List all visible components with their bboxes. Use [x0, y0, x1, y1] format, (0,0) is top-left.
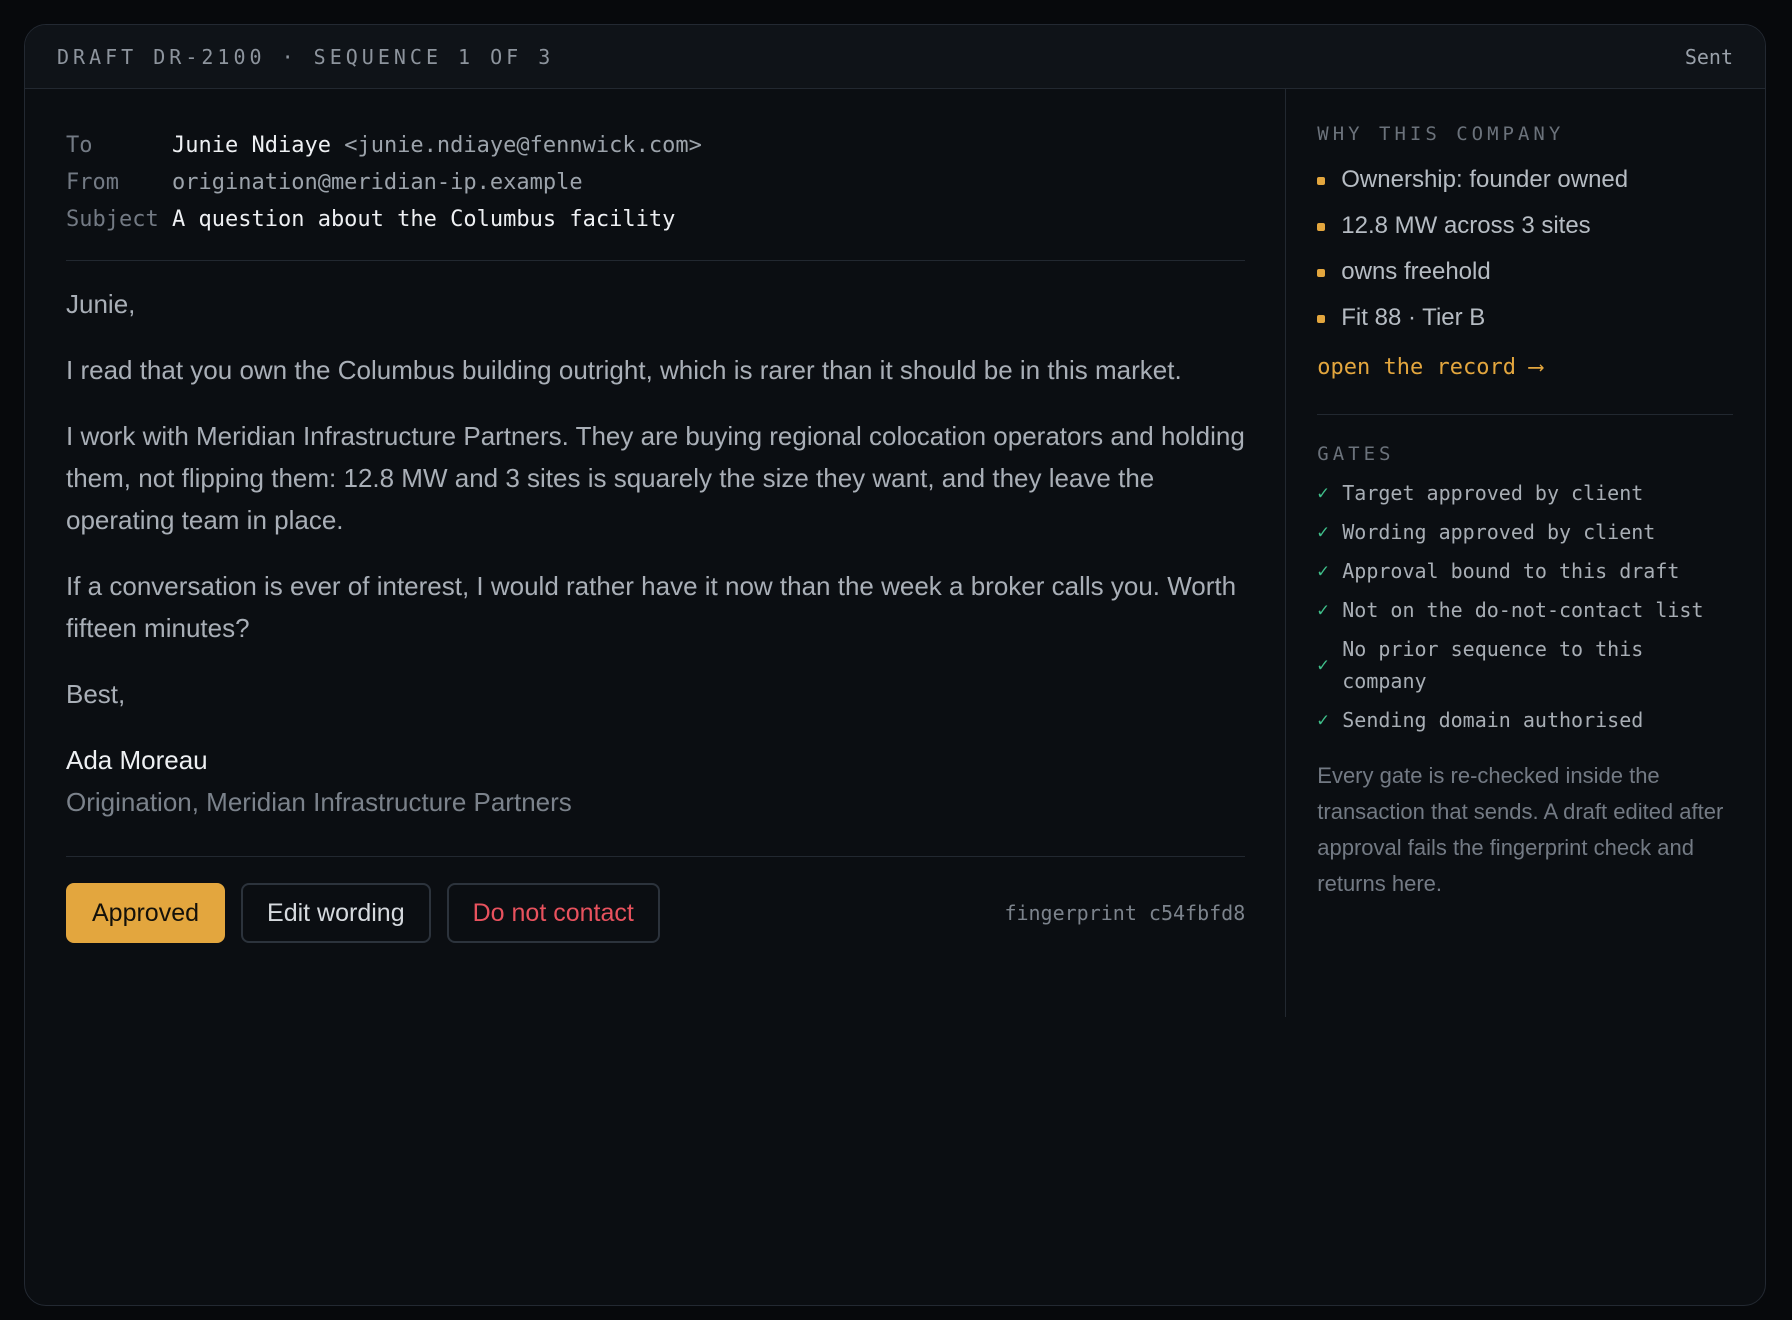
- to-row: To Junie Ndiaye <junie.ndiaye@fennwick.c…: [66, 127, 1245, 164]
- fingerprint: fingerprint c54fbfd8: [1004, 901, 1246, 925]
- subject-value: A question about the Columbus facility: [172, 207, 676, 232]
- why-item: owns freehold: [1317, 249, 1733, 295]
- body-paragraph: If a conversation is ever of interest, I…: [66, 571, 1237, 643]
- edit-wording-button[interactable]: Edit wording: [241, 883, 431, 943]
- gate-item: ✓ Approval bound to this draft: [1317, 555, 1733, 587]
- gate-item: ✓ Sending domain authorised: [1317, 704, 1733, 736]
- why-list: Ownership: founder owned 12.8 MW across …: [1317, 157, 1733, 341]
- from-value: origination@meridian-ip.example: [172, 170, 583, 195]
- check-icon: ✓: [1317, 560, 1329, 582]
- gate-label: Sending domain authorised: [1342, 708, 1644, 732]
- greeting: Junie,: [66, 289, 136, 319]
- why-heading: WHY THIS COMPANY: [1317, 123, 1565, 145]
- check-icon: ✓: [1317, 521, 1329, 543]
- draft-window: DRAFT DR-2100 · SEQUENCE 1 OF 3 Sent To …: [24, 24, 1766, 1306]
- gates-list: ✓ Target approved by client ✓ Wording ap…: [1317, 477, 1733, 736]
- sidebar: WHY THIS COMPANY Ownership: founder owne…: [1285, 89, 1765, 1305]
- draft-title: DRAFT DR-2100 · SEQUENCE 1 OF 3: [57, 44, 555, 69]
- gate-label: Not on the do-not-contact list: [1342, 598, 1704, 622]
- title-bar: DRAFT DR-2100 · SEQUENCE 1 OF 3 Sent: [25, 25, 1765, 89]
- email-headers: To Junie Ndiaye <junie.ndiaye@fennwick.c…: [66, 127, 1245, 260]
- recipient-address: <junie.ndiaye@fennwick.com>: [344, 133, 702, 158]
- gate-label: Approval bound to this draft: [1342, 559, 1680, 583]
- email-body: Junie, I read that you own the Columbus …: [66, 261, 1245, 856]
- do-not-contact-button[interactable]: Do not contact: [446, 883, 660, 943]
- why-item: Fit 88 · Tier B: [1317, 295, 1733, 341]
- gates-note: Every gate is re-checked inside the tran…: [1317, 763, 1724, 896]
- approved-button[interactable]: Approved: [66, 883, 226, 943]
- action-bar: Approved Edit wording Do not contact fin…: [66, 857, 1245, 943]
- signoff: Best,: [66, 679, 126, 709]
- open-record-link[interactable]: open the record ⟶: [1317, 355, 1542, 380]
- check-icon: ✓: [1317, 709, 1329, 731]
- why-item: Ownership: founder owned: [1317, 157, 1733, 203]
- signature-name: Ada Moreau: [66, 745, 208, 775]
- to-label: To: [66, 133, 93, 158]
- from-row: From origination@meridian-ip.example: [66, 164, 1245, 201]
- subject-row: Subject A question about the Columbus fa…: [66, 201, 1245, 238]
- gate-item: ✓ Not on the do-not-contact list: [1317, 594, 1733, 626]
- recipient-name: Junie Ndiaye: [172, 133, 331, 158]
- why-item: 12.8 MW across 3 sites: [1317, 203, 1733, 249]
- gate-label: Wording approved by client: [1342, 520, 1656, 544]
- email-panel: To Junie Ndiaye <junie.ndiaye@fennwick.c…: [25, 89, 1285, 1305]
- gate-item: ✓ No prior sequence to this company: [1317, 633, 1733, 697]
- content-area: To Junie Ndiaye <junie.ndiaye@fennwick.c…: [25, 89, 1765, 1305]
- subject-label: Subject: [66, 207, 159, 232]
- check-icon: ✓: [1317, 599, 1329, 621]
- check-icon: ✓: [1317, 654, 1329, 676]
- signature-title: Origination, Meridian Infrastructure Par…: [66, 787, 572, 817]
- gate-label: Target approved by client: [1342, 481, 1644, 505]
- from-label: From: [66, 170, 119, 195]
- check-icon: ✓: [1317, 482, 1329, 504]
- gates-heading: GATES: [1317, 443, 1395, 465]
- to-value: Junie Ndiaye <junie.ndiaye@fennwick.com>: [172, 127, 702, 164]
- gate-label: No prior sequence to this company: [1342, 637, 1644, 693]
- gate-item: ✓ Wording approved by client: [1317, 516, 1733, 548]
- body-paragraph: I read that you own the Columbus buildin…: [66, 355, 1182, 385]
- status-badge: Sent: [1684, 44, 1733, 69]
- body-paragraph: I work with Meridian Infrastructure Part…: [66, 421, 1245, 535]
- gate-item: ✓ Target approved by client: [1317, 477, 1733, 509]
- signature: Ada Moreau Origination, Meridian Infrast…: [66, 739, 1245, 856]
- sidebar-divider: [1317, 414, 1733, 415]
